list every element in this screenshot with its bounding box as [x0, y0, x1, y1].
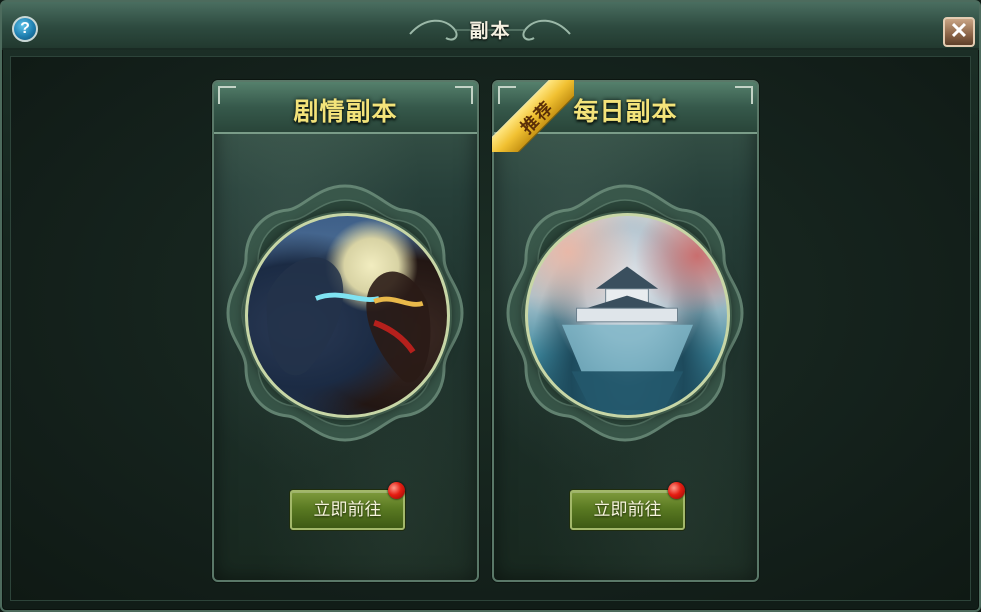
dungeon-window: 副本 ? ✕ — [0, 0, 981, 612]
story-dungeon-art — [245, 213, 450, 418]
card-header: 剧情副本 — [214, 82, 477, 134]
title-bar: 副本 — [2, 2, 979, 50]
go-now-button[interactable]: 立即前往 — [290, 490, 405, 530]
notification-dot-icon — [388, 482, 405, 499]
content-area — [10, 56, 971, 601]
help-icon[interactable]: ? — [12, 16, 38, 42]
daily-dungeon-card[interactable]: 每日副本 立即前往 — [492, 80, 759, 582]
card-title: 每日副本 — [573, 97, 678, 126]
close-button[interactable]: ✕ — [943, 17, 975, 47]
window-title: 副本 — [469, 20, 512, 42]
go-now-button[interactable]: 立即前往 — [570, 490, 685, 530]
story-dungeon-card[interactable]: 剧情副本 立即前往 — [212, 80, 479, 582]
daily-dungeon-art — [525, 213, 730, 418]
card-header: 每日副本 — [494, 82, 757, 134]
card-title: 剧情副本 — [293, 97, 398, 126]
notification-dot-icon — [668, 482, 685, 499]
